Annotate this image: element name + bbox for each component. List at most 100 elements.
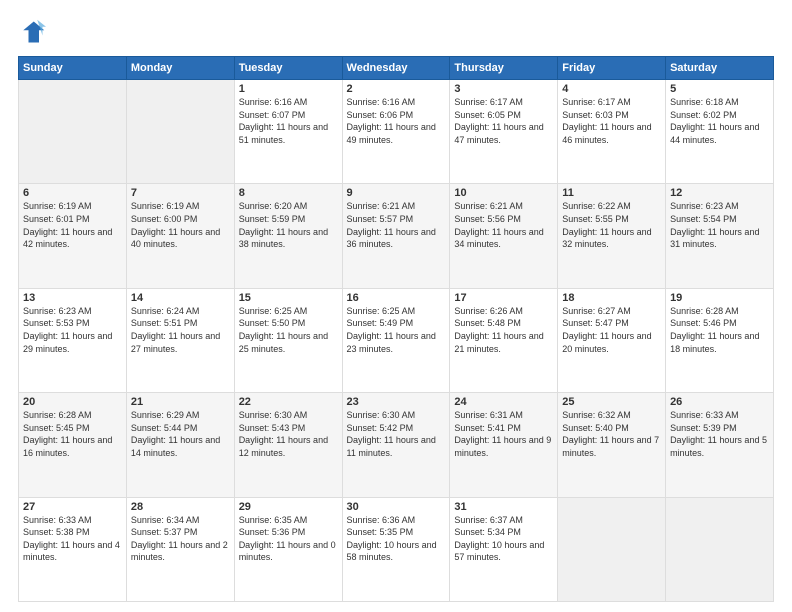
day-info: Sunrise: 6:28 AM Sunset: 5:46 PM Dayligh… [670,305,769,355]
calendar-cell: 18Sunrise: 6:27 AM Sunset: 5:47 PM Dayli… [558,288,666,392]
calendar-cell [666,497,774,601]
day-number: 29 [239,501,338,513]
calendar-cell: 22Sunrise: 6:30 AM Sunset: 5:43 PM Dayli… [234,393,342,497]
day-number: 21 [131,396,230,408]
calendar-cell: 27Sunrise: 6:33 AM Sunset: 5:38 PM Dayli… [19,497,127,601]
day-info: Sunrise: 6:19 AM Sunset: 6:00 PM Dayligh… [131,200,230,250]
day-number: 11 [562,187,661,199]
calendar-cell: 5Sunrise: 6:18 AM Sunset: 6:02 PM Daylig… [666,80,774,184]
calendar-cell: 29Sunrise: 6:35 AM Sunset: 5:36 PM Dayli… [234,497,342,601]
calendar-cell: 28Sunrise: 6:34 AM Sunset: 5:37 PM Dayli… [126,497,234,601]
day-info: Sunrise: 6:20 AM Sunset: 5:59 PM Dayligh… [239,200,338,250]
day-info: Sunrise: 6:16 AM Sunset: 6:07 PM Dayligh… [239,96,338,146]
day-info: Sunrise: 6:30 AM Sunset: 5:43 PM Dayligh… [239,409,338,459]
calendar-cell [126,80,234,184]
calendar-table: SundayMondayTuesdayWednesdayThursdayFrid… [18,56,774,602]
day-number: 12 [670,187,769,199]
calendar-week-4: 27Sunrise: 6:33 AM Sunset: 5:38 PM Dayli… [19,497,774,601]
day-number: 26 [670,396,769,408]
header-day-monday: Monday [126,57,234,80]
header [18,18,774,46]
day-number: 14 [131,292,230,304]
calendar-cell: 20Sunrise: 6:28 AM Sunset: 5:45 PM Dayli… [19,393,127,497]
calendar-cell: 23Sunrise: 6:30 AM Sunset: 5:42 PM Dayli… [342,393,450,497]
day-number: 30 [347,501,446,513]
header-day-sunday: Sunday [19,57,127,80]
calendar-cell: 15Sunrise: 6:25 AM Sunset: 5:50 PM Dayli… [234,288,342,392]
day-info: Sunrise: 6:30 AM Sunset: 5:42 PM Dayligh… [347,409,446,459]
calendar-week-2: 13Sunrise: 6:23 AM Sunset: 5:53 PM Dayli… [19,288,774,392]
header-day-wednesday: Wednesday [342,57,450,80]
day-info: Sunrise: 6:31 AM Sunset: 5:41 PM Dayligh… [454,409,553,459]
day-info: Sunrise: 6:23 AM Sunset: 5:54 PM Dayligh… [670,200,769,250]
calendar-cell: 31Sunrise: 6:37 AM Sunset: 5:34 PM Dayli… [450,497,558,601]
day-number: 27 [23,501,122,513]
day-info: Sunrise: 6:33 AM Sunset: 5:39 PM Dayligh… [670,409,769,459]
day-number: 10 [454,187,553,199]
day-info: Sunrise: 6:24 AM Sunset: 5:51 PM Dayligh… [131,305,230,355]
calendar-cell: 24Sunrise: 6:31 AM Sunset: 5:41 PM Dayli… [450,393,558,497]
day-info: Sunrise: 6:17 AM Sunset: 6:03 PM Dayligh… [562,96,661,146]
calendar-cell: 13Sunrise: 6:23 AM Sunset: 5:53 PM Dayli… [19,288,127,392]
logo [18,18,50,46]
header-day-thursday: Thursday [450,57,558,80]
calendar-cell [558,497,666,601]
calendar-cell: 25Sunrise: 6:32 AM Sunset: 5:40 PM Dayli… [558,393,666,497]
calendar-cell: 12Sunrise: 6:23 AM Sunset: 5:54 PM Dayli… [666,184,774,288]
calendar-header-row: SundayMondayTuesdayWednesdayThursdayFrid… [19,57,774,80]
calendar-cell: 11Sunrise: 6:22 AM Sunset: 5:55 PM Dayli… [558,184,666,288]
day-number: 17 [454,292,553,304]
header-day-tuesday: Tuesday [234,57,342,80]
day-number: 9 [347,187,446,199]
calendar-cell: 4Sunrise: 6:17 AM Sunset: 6:03 PM Daylig… [558,80,666,184]
day-info: Sunrise: 6:36 AM Sunset: 5:35 PM Dayligh… [347,514,446,564]
calendar-cell: 19Sunrise: 6:28 AM Sunset: 5:46 PM Dayli… [666,288,774,392]
day-info: Sunrise: 6:35 AM Sunset: 5:36 PM Dayligh… [239,514,338,564]
day-number: 6 [23,187,122,199]
calendar-cell: 26Sunrise: 6:33 AM Sunset: 5:39 PM Dayli… [666,393,774,497]
day-info: Sunrise: 6:22 AM Sunset: 5:55 PM Dayligh… [562,200,661,250]
day-number: 5 [670,83,769,95]
day-info: Sunrise: 6:21 AM Sunset: 5:56 PM Dayligh… [454,200,553,250]
day-number: 28 [131,501,230,513]
day-number: 8 [239,187,338,199]
day-info: Sunrise: 6:18 AM Sunset: 6:02 PM Dayligh… [670,96,769,146]
calendar-week-3: 20Sunrise: 6:28 AM Sunset: 5:45 PM Dayli… [19,393,774,497]
day-number: 2 [347,83,446,95]
calendar-cell: 2Sunrise: 6:16 AM Sunset: 6:06 PM Daylig… [342,80,450,184]
calendar-cell: 6Sunrise: 6:19 AM Sunset: 6:01 PM Daylig… [19,184,127,288]
header-day-saturday: Saturday [666,57,774,80]
day-number: 16 [347,292,446,304]
calendar-week-0: 1Sunrise: 6:16 AM Sunset: 6:07 PM Daylig… [19,80,774,184]
logo-icon [18,18,46,46]
day-number: 25 [562,396,661,408]
day-info: Sunrise: 6:33 AM Sunset: 5:38 PM Dayligh… [23,514,122,564]
day-info: Sunrise: 6:28 AM Sunset: 5:45 PM Dayligh… [23,409,122,459]
header-day-friday: Friday [558,57,666,80]
day-info: Sunrise: 6:32 AM Sunset: 5:40 PM Dayligh… [562,409,661,459]
day-number: 1 [239,83,338,95]
calendar-cell: 14Sunrise: 6:24 AM Sunset: 5:51 PM Dayli… [126,288,234,392]
day-number: 13 [23,292,122,304]
day-info: Sunrise: 6:27 AM Sunset: 5:47 PM Dayligh… [562,305,661,355]
day-number: 4 [562,83,661,95]
day-number: 19 [670,292,769,304]
calendar-cell [19,80,127,184]
calendar-cell: 17Sunrise: 6:26 AM Sunset: 5:48 PM Dayli… [450,288,558,392]
day-info: Sunrise: 6:37 AM Sunset: 5:34 PM Dayligh… [454,514,553,564]
calendar-week-1: 6Sunrise: 6:19 AM Sunset: 6:01 PM Daylig… [19,184,774,288]
day-number: 20 [23,396,122,408]
day-info: Sunrise: 6:21 AM Sunset: 5:57 PM Dayligh… [347,200,446,250]
calendar-cell: 21Sunrise: 6:29 AM Sunset: 5:44 PM Dayli… [126,393,234,497]
day-number: 22 [239,396,338,408]
calendar-cell: 8Sunrise: 6:20 AM Sunset: 5:59 PM Daylig… [234,184,342,288]
day-info: Sunrise: 6:17 AM Sunset: 6:05 PM Dayligh… [454,96,553,146]
day-info: Sunrise: 6:25 AM Sunset: 5:49 PM Dayligh… [347,305,446,355]
day-number: 7 [131,187,230,199]
day-info: Sunrise: 6:19 AM Sunset: 6:01 PM Dayligh… [23,200,122,250]
calendar-cell: 30Sunrise: 6:36 AM Sunset: 5:35 PM Dayli… [342,497,450,601]
calendar-cell: 16Sunrise: 6:25 AM Sunset: 5:49 PM Dayli… [342,288,450,392]
day-number: 24 [454,396,553,408]
day-number: 23 [347,396,446,408]
day-info: Sunrise: 6:25 AM Sunset: 5:50 PM Dayligh… [239,305,338,355]
